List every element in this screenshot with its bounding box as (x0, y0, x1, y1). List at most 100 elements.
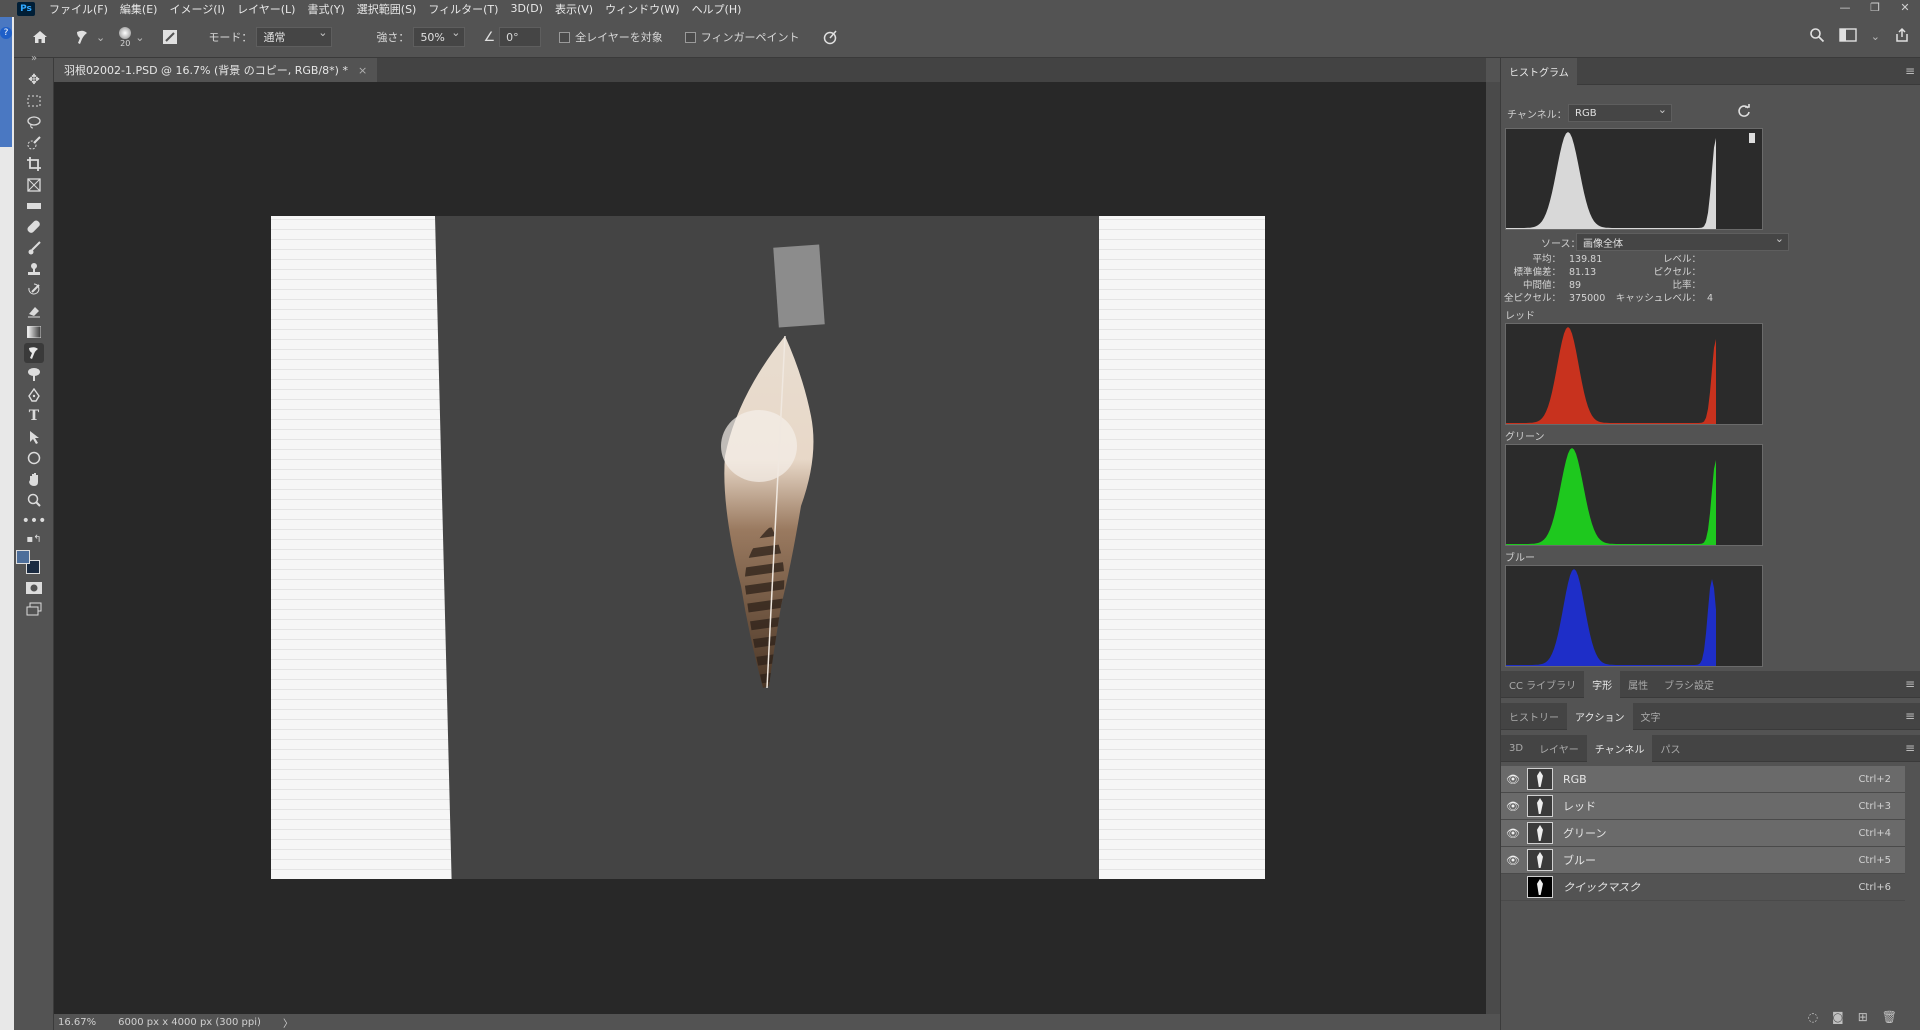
foreground-color-swatch[interactable] (16, 550, 30, 564)
red-label: レッド (1505, 311, 1535, 322)
marquee-tool-icon[interactable] (24, 91, 44, 111)
panel-menu-icon[interactable]: ≡ (1905, 741, 1915, 755)
eye-icon-hidden[interactable]: · (1505, 881, 1521, 894)
strength-input[interactable]: 50% (413, 26, 466, 47)
crop-tool-icon[interactable] (24, 154, 44, 174)
tab-properties[interactable]: 属性 (1620, 671, 1656, 698)
finger-paint-checkbox[interactable]: フィンガーペイント (684, 29, 800, 45)
screen-mode-icon[interactable] (24, 599, 44, 619)
eye-icon[interactable]: 👁 (1505, 773, 1521, 786)
ellipse-tool-icon[interactable] (24, 448, 44, 468)
histogram-panel-tabs: ヒストグラム ≡ (1501, 57, 1920, 85)
menu-layer[interactable]: レイヤー(L) (233, 1, 303, 17)
minimize-button[interactable]: — (1830, 0, 1860, 17)
new-channel-icon[interactable]: ⊞ (1858, 1010, 1868, 1024)
restore-button[interactable]: ❐ (1860, 0, 1890, 17)
smudge-tool-preset-icon[interactable]: ⌄ (74, 29, 105, 45)
share-icon[interactable] (1894, 27, 1910, 46)
tab-character[interactable]: 文字 (1633, 703, 1669, 730)
tab-actions[interactable]: アクション (1567, 702, 1633, 730)
chevron-down-icon[interactable]: ⌄ (1871, 30, 1880, 43)
tab-history[interactable]: ヒストリー (1501, 703, 1567, 730)
eraser-tool-icon[interactable] (24, 301, 44, 321)
menu-view[interactable]: 表示(V) (551, 1, 601, 17)
menu-filter[interactable]: フィルター(T) (424, 1, 506, 17)
panel-menu-icon[interactable]: ≡ (1905, 709, 1915, 723)
status-menu-arrow[interactable]: 〉 (283, 1015, 293, 1030)
mode-select[interactable]: 通常 (256, 26, 333, 47)
vertical-scrollbar[interactable] (1486, 82, 1500, 1014)
menu-select[interactable]: 選択範囲(S) (353, 1, 425, 17)
channel-row-quick-mask[interactable]: · クイックマスク Ctrl+6 (1501, 874, 1905, 901)
smudge-tool-icon[interactable] (24, 343, 44, 363)
swap-colors-icon[interactable]: ▪↰ (24, 532, 44, 546)
channel-row-blue[interactable]: 👁 ブルー Ctrl+5 (1501, 847, 1905, 874)
history-brush-tool-icon[interactable] (24, 280, 44, 300)
dodge-tool-icon[interactable] (24, 364, 44, 384)
tab-layers[interactable]: レイヤー (1531, 735, 1587, 762)
delete-channel-icon[interactable]: 🗑 (1882, 1010, 1897, 1024)
load-selection-icon[interactable]: ◌ (1808, 1010, 1818, 1024)
home-icon[interactable] (28, 30, 52, 44)
zoom-level[interactable]: 16.67% (58, 1017, 96, 1028)
brush-tool-icon[interactable] (24, 238, 44, 258)
save-selection-icon[interactable]: ◙ (1832, 1010, 1844, 1024)
move-tool-icon[interactable]: ✥ (24, 70, 44, 90)
eye-icon[interactable]: 👁 (1505, 800, 1521, 813)
tab-histogram[interactable]: ヒストグラム (1501, 57, 1577, 85)
chevron-down-icon[interactable]: ⌄ (135, 31, 144, 44)
tab-cc-libraries[interactable]: CC ライブラリ (1501, 671, 1584, 698)
panel-menu-icon[interactable]: ≡ (1905, 677, 1915, 691)
tab-paths[interactable]: パス (1652, 735, 1688, 762)
tab-glyphs[interactable]: 字形 (1584, 670, 1621, 698)
quick-selection-tool-icon[interactable] (24, 133, 44, 153)
channel-select[interactable]: RGB (1568, 103, 1672, 122)
pressure-icon[interactable] (822, 29, 838, 45)
menu-image[interactable]: イメージ(I) (165, 1, 233, 17)
channel-row-rgb[interactable]: 👁 RGB Ctrl+2 (1501, 766, 1905, 793)
angle-input[interactable]: 0° (499, 27, 542, 47)
healing-brush-tool-icon[interactable] (24, 217, 44, 237)
all-layers-checkbox[interactable]: 全レイヤーを対象 (559, 29, 663, 45)
document-tab[interactable]: 羽根02002-1.PSD @ 16.7% (背景 のコピー, RGB/8*) … (54, 58, 378, 82)
tab-3d[interactable]: 3D (1501, 735, 1531, 762)
close-tab-icon[interactable]: × (358, 64, 367, 77)
path-selection-tool-icon[interactable] (24, 427, 44, 447)
channel-row-green[interactable]: 👁 グリーン Ctrl+4 (1501, 820, 1905, 847)
gradient-tool-icon[interactable] (24, 322, 44, 342)
source-select[interactable]: 画像全体 (1576, 232, 1789, 251)
brush-settings-icon[interactable] (162, 29, 178, 45)
workspace-icon[interactable] (1839, 28, 1857, 45)
canvas-area[interactable] (54, 82, 1486, 1014)
tab-brush-settings[interactable]: ブラシ設定 (1656, 671, 1722, 698)
panel-menu-icon[interactable]: ≡ (1905, 64, 1915, 78)
menu-file[interactable]: ファイル(F) (45, 1, 116, 17)
search-icon[interactable] (1809, 27, 1825, 46)
quick-mask-icon[interactable] (24, 578, 44, 598)
more-tools-icon[interactable]: ••• (22, 511, 47, 531)
menu-help[interactable]: ヘルプ(H) (688, 1, 750, 17)
help-icon[interactable]: ? (0, 27, 12, 39)
menu-window[interactable]: ウィンドウ(W) (601, 1, 687, 17)
menu-edit[interactable]: 編集(E) (116, 1, 166, 17)
ruler-tool-icon[interactable] (24, 196, 44, 216)
clone-stamp-tool-icon[interactable] (24, 259, 44, 279)
pen-tool-icon[interactable] (24, 385, 44, 405)
brush-size-picker[interactable]: 20 (119, 26, 132, 48)
menu-type[interactable]: 書式(Y) (303, 1, 352, 17)
hand-tool-icon[interactable] (24, 469, 44, 489)
color-swatches[interactable] (16, 550, 42, 576)
close-button[interactable]: ✕ (1890, 0, 1920, 17)
frame-tool-icon[interactable] (24, 175, 44, 195)
lasso-tool-icon[interactable] (24, 112, 44, 132)
menu-3d[interactable]: 3D(D) (506, 2, 551, 15)
type-tool-icon[interactable]: T (24, 406, 44, 426)
channel-row-red[interactable]: 👁 レッド Ctrl+3 (1501, 793, 1905, 820)
zoom-tool-icon[interactable] (24, 490, 44, 510)
tab-channels[interactable]: チャンネル (1586, 734, 1653, 762)
eye-icon[interactable]: 👁 (1505, 827, 1521, 840)
collapse-toolbar-icon[interactable]: » (24, 48, 44, 68)
eye-icon[interactable]: 👁 (1505, 854, 1521, 867)
document-image[interactable] (271, 216, 1265, 879)
refresh-icon[interactable] (1737, 104, 1751, 121)
